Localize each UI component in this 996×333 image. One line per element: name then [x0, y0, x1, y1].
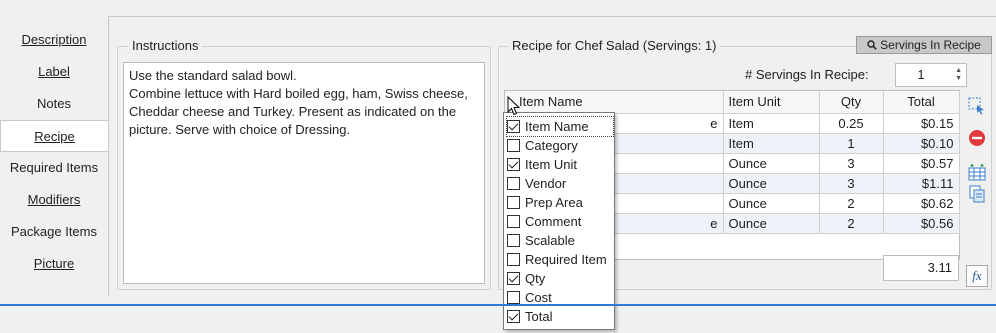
col-header-item-name[interactable]: Item Name [505, 91, 724, 114]
column-chooser-dropdown: Item Name Category Item Unit Vendor Prep… [503, 112, 615, 330]
col-header-item-unit[interactable]: Item Unit [723, 91, 820, 114]
function-icon[interactable]: fx [966, 265, 988, 287]
cell-qty[interactable]: 1 [819, 133, 884, 154]
nav-label[interactable]: Label [0, 56, 108, 88]
checkbox-icon[interactable] [507, 234, 520, 247]
servings-spinner[interactable]: 1 ▲ ▼ [895, 63, 967, 87]
cell-total[interactable]: $0.62 [883, 193, 960, 214]
servings-in-recipe-button[interactable]: Servings In Recipe [856, 36, 992, 54]
magnifier-icon [867, 38, 877, 54]
servings-value[interactable]: 1 [896, 64, 946, 86]
nav-picture[interactable]: Picture [0, 248, 108, 280]
nav-package-items[interactable]: Package Items [0, 216, 108, 248]
cell-total[interactable]: $0.57 [883, 153, 960, 174]
checkbox-icon[interactable] [507, 120, 520, 133]
column-option-scalable[interactable]: Scalable [507, 231, 613, 250]
grand-total-field: 3.11 [883, 255, 959, 281]
servings-button-label: Servings In Recipe [880, 38, 981, 52]
checkbox-icon[interactable] [507, 177, 520, 190]
cell-item-unit[interactable]: Ounce [723, 153, 820, 174]
checkbox-icon[interactable] [507, 253, 520, 266]
cell-item-unit[interactable]: Item [723, 133, 820, 154]
copy-icon[interactable] [966, 183, 988, 205]
cell-qty[interactable]: 2 [819, 213, 884, 234]
checkbox-icon[interactable] [507, 139, 520, 152]
bottom-divider [0, 304, 996, 306]
cell-total[interactable]: $0.10 [883, 133, 960, 154]
col-header-qty[interactable]: Qty [819, 91, 884, 114]
instructions-textarea[interactable]: Use the standard salad bowl. Combine let… [123, 62, 485, 284]
column-option-qty[interactable]: Qty [507, 269, 613, 288]
column-option-item-name[interactable]: Item Name [506, 116, 614, 137]
column-option-vendor[interactable]: Vendor [507, 174, 613, 193]
cell-item-unit[interactable]: Ounce [723, 213, 820, 234]
cell-total[interactable]: $1.11 [883, 173, 960, 194]
column-option-item-unit[interactable]: Item Unit [507, 155, 613, 174]
cell-qty[interactable]: 3 [819, 173, 884, 194]
select-cells-icon[interactable] [966, 95, 988, 117]
column-option-required-item[interactable]: Required Item [507, 250, 613, 269]
column-option-category[interactable]: Category [507, 136, 613, 155]
nav-notes[interactable]: Notes [0, 88, 108, 120]
column-option-total[interactable]: Total [507, 307, 613, 326]
column-option-prep-area[interactable]: Prep Area [507, 193, 613, 212]
insert-row-icon[interactable] [966, 161, 988, 183]
nav-required-items[interactable]: Required Items [0, 152, 108, 184]
servings-label: # Servings In Recipe: [745, 67, 869, 82]
checkbox-icon[interactable] [507, 272, 520, 285]
cell-total[interactable]: $0.15 [883, 113, 960, 134]
col-header-total[interactable]: Total [883, 91, 960, 114]
grid-header: Item Name Item Unit Qty Total [505, 91, 960, 114]
cell-item-unit[interactable]: Ounce [723, 193, 820, 214]
cell-qty[interactable]: 3 [819, 153, 884, 174]
cell-qty[interactable]: 2 [819, 193, 884, 214]
recipe-title: Recipe for Chef Salad (Servings: 1) [508, 38, 721, 53]
checkbox-icon[interactable] [507, 158, 520, 171]
nav-recipe[interactable]: Recipe [0, 120, 108, 152]
checkbox-icon[interactable] [507, 215, 520, 228]
mouse-pointer-icon [507, 95, 521, 119]
cell-total[interactable]: $0.56 [883, 213, 960, 234]
instructions-title: Instructions [128, 38, 203, 53]
cell-item-unit[interactable]: Item [723, 113, 820, 134]
checkbox-icon[interactable] [507, 291, 520, 304]
spinner-arrows-icon[interactable]: ▲ ▼ [955, 67, 962, 83]
nav-description[interactable]: Description [0, 24, 108, 56]
cell-item-unit[interactable]: Ounce [723, 173, 820, 194]
remove-icon[interactable] [966, 127, 988, 149]
nav-modifiers[interactable]: Modifiers [0, 184, 108, 216]
checkbox-icon[interactable] [507, 310, 520, 323]
cell-qty[interactable]: 0.25 [819, 113, 884, 134]
checkbox-icon[interactable] [507, 196, 520, 209]
column-option-comment[interactable]: Comment [507, 212, 613, 231]
